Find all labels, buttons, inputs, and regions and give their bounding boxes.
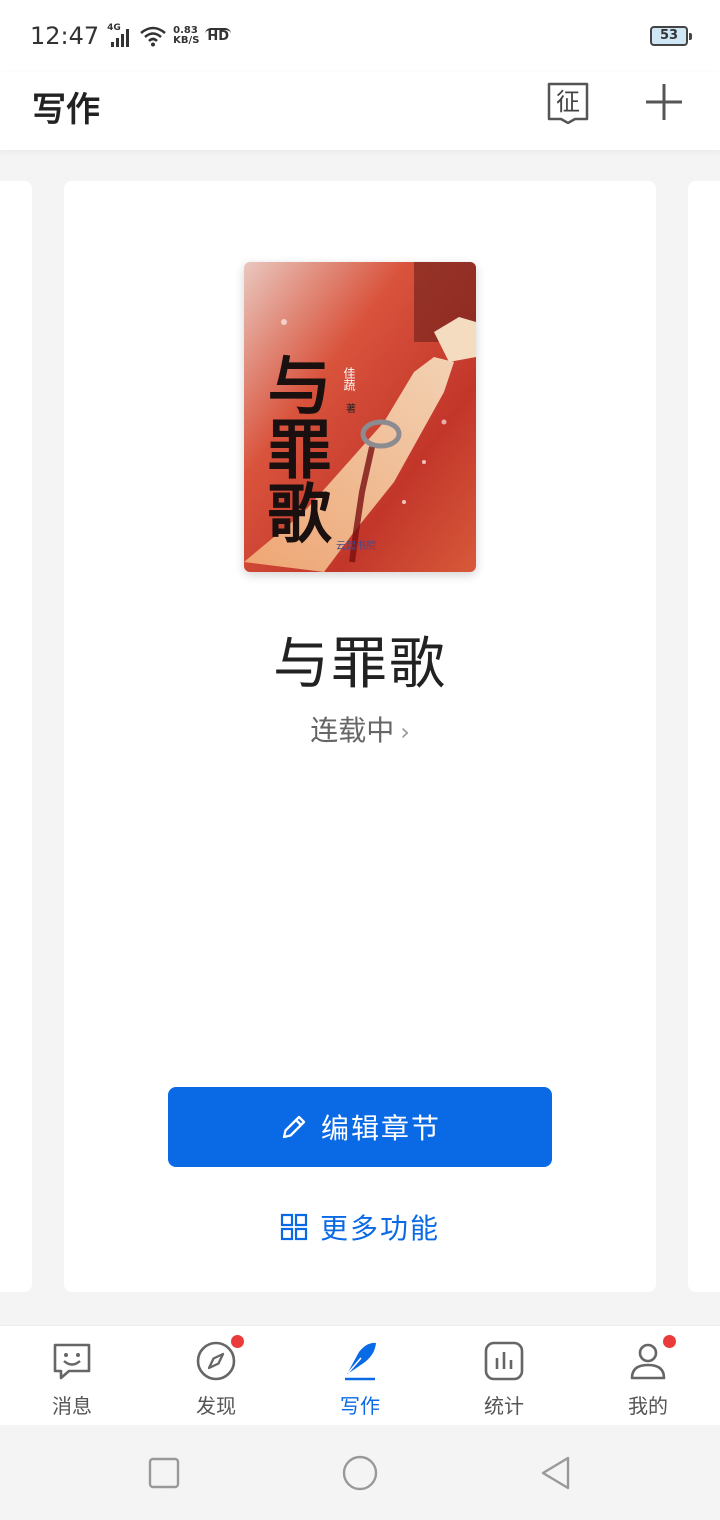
edit-chapters-button[interactable]: 编辑章节 <box>168 1087 552 1167</box>
hd-badge: HD <box>205 28 232 44</box>
book-status-link[interactable]: 连载中 › <box>64 709 656 749</box>
tab-statistics-label: 统计 <box>484 1394 524 1418</box>
tab-writing[interactable]: 写作 <box>288 1326 432 1426</box>
home-icon[interactable] <box>342 1455 378 1491</box>
message-smile-icon <box>53 1343 91 1380</box>
grid-icon <box>280 1213 308 1241</box>
add-icon[interactable] <box>642 80 686 124</box>
feather-pen-icon <box>345 1342 376 1381</box>
cellular-signal-icon: 4G <box>107 23 133 47</box>
book-title: 与罪歌 <box>273 632 447 697</box>
status-bar: 12:47 4G 0.83 KB/S HD 53 <box>0 0 720 72</box>
bottom-tab-bar: 消息 发现 写作 统计 我的 <box>0 1325 720 1425</box>
next-book-card[interactable] <box>688 181 720 1292</box>
cover-title-text: 与罪歌 <box>257 352 332 544</box>
tab-statistics[interactable]: 统计 <box>432 1326 576 1426</box>
status-icons: 4G 0.83 KB/S HD <box>107 23 232 47</box>
chevron-right-icon: › <box>400 718 410 746</box>
tab-writing-label: 写作 <box>340 1394 380 1418</box>
page-title: 写作 <box>32 90 100 130</box>
more-features-button[interactable]: 更多功能 <box>64 1203 656 1251</box>
cover-author-text: 佳蔬 <box>342 367 356 391</box>
user-icon <box>630 1343 666 1380</box>
tab-discover[interactable]: 发现 <box>144 1326 288 1426</box>
bar-chart-icon <box>484 1341 524 1381</box>
system-nav-bar <box>0 1425 720 1520</box>
book-cover[interactable]: 与罪歌 佳蔬 著 云起书院 <box>244 262 476 572</box>
recent-apps-icon[interactable] <box>146 1455 182 1491</box>
battery-indicator: 53 <box>650 26 692 46</box>
contest-icon-glyph: 征 <box>556 88 580 116</box>
wifi-icon <box>140 26 166 47</box>
tab-messages-label: 消息 <box>52 1394 92 1418</box>
network-type: 4G <box>107 23 121 33</box>
notification-badge <box>663 1335 676 1348</box>
compass-icon <box>196 1341 236 1381</box>
tab-messages[interactable]: 消息 <box>0 1326 144 1426</box>
net-speed: 0.83 KB/S <box>173 26 199 46</box>
tab-mine-label: 我的 <box>628 1394 668 1418</box>
book-card: 与罪歌 佳蔬 著 云起书院 与罪歌 连载中 › 编辑章节 更多功能 <box>64 181 656 1292</box>
book-status-text: 连载中 <box>310 714 395 747</box>
previous-book-card[interactable] <box>0 181 32 1292</box>
contest-book-icon[interactable]: 征 <box>546 80 590 124</box>
tab-discover-label: 发现 <box>196 1394 236 1418</box>
edit-chapters-label: 编辑章节 <box>320 1112 441 1145</box>
cover-author-suffix: 著 <box>346 402 356 415</box>
net-speed-unit: KB/S <box>173 35 200 46</box>
tab-mine[interactable]: 我的 <box>576 1326 720 1426</box>
notification-badge <box>231 1335 244 1348</box>
more-features-label: 更多功能 <box>319 1212 440 1245</box>
pencil-icon <box>282 1115 306 1139</box>
back-icon[interactable] <box>538 1455 574 1491</box>
app-header: 写作 征 <box>0 72 720 150</box>
book-cover-art: 与罪歌 佳蔬 著 云起书院 <box>244 262 476 572</box>
cover-publisher-mark: 云起书院 <box>336 539 376 552</box>
status-time: 12:47 <box>30 22 100 50</box>
